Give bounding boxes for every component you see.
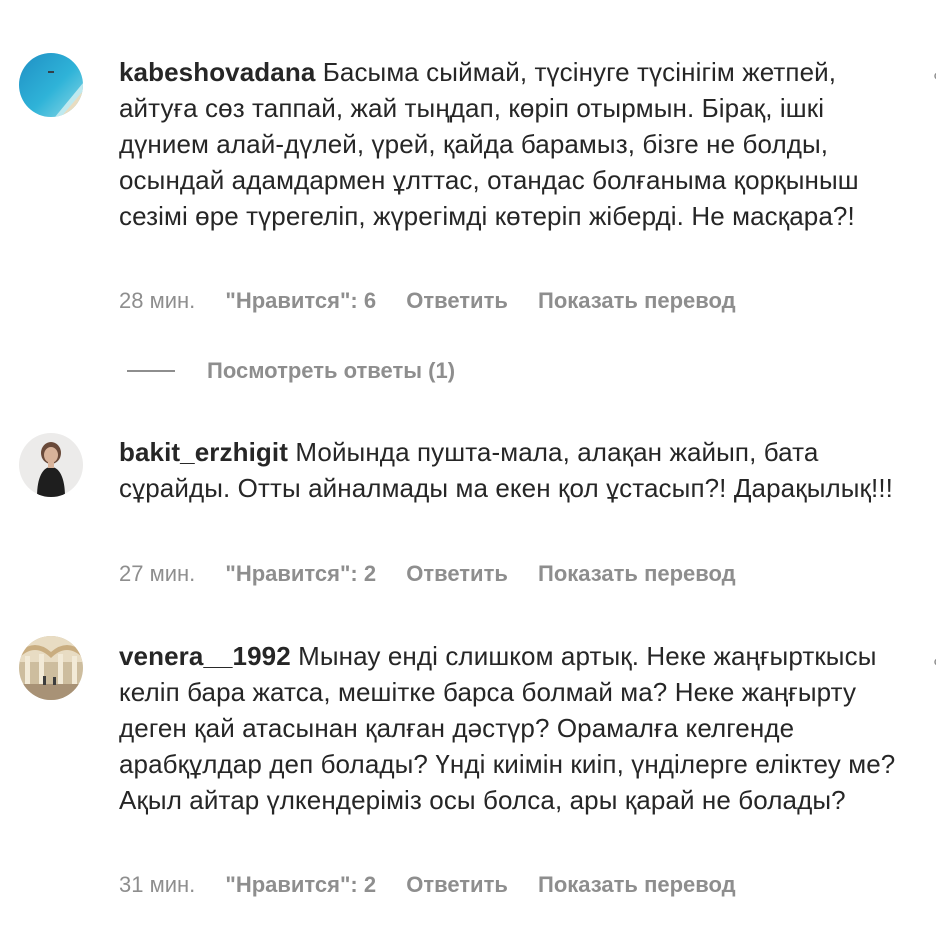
beach-photo-avatar-icon	[19, 53, 83, 117]
more-options-icon[interactable]	[930, 652, 936, 672]
view-replies-label: Посмотреть ответы (1)	[207, 358, 456, 383]
mosque-interior-avatar-icon	[19, 636, 83, 700]
comment-time[interactable]: 27 мин.	[119, 561, 195, 586]
likes-count[interactable]: "Нравится": 2	[225, 561, 376, 586]
comment-text: kabeshovadana Басыма сыймай, түсінуге тү…	[119, 54, 919, 234]
woman-portrait-avatar-icon	[19, 433, 83, 497]
comment-username[interactable]: kabeshovadana	[119, 57, 315, 87]
avatar[interactable]	[19, 636, 83, 700]
comment-time[interactable]: 28 мин.	[119, 288, 195, 313]
comment-time[interactable]: 31 мин.	[119, 872, 195, 897]
show-translation-button[interactable]: Показать перевод	[538, 872, 736, 897]
avatar[interactable]	[19, 53, 83, 117]
comment-username[interactable]: bakit_erzhigit	[119, 437, 288, 467]
comment-username[interactable]: venera__1992	[119, 641, 291, 671]
more-options-icon[interactable]	[930, 66, 936, 86]
avatar[interactable]	[19, 433, 83, 497]
reply-button[interactable]: Ответить	[406, 872, 508, 897]
likes-count[interactable]: "Нравится": 2	[225, 872, 376, 897]
comment-text: venera__1992 Мынау енді слишком артық. Н…	[119, 638, 919, 818]
likes-count[interactable]: "Нравится": 6	[225, 288, 376, 313]
reply-button[interactable]: Ответить	[406, 288, 508, 313]
reply-button[interactable]: Ответить	[406, 561, 508, 586]
show-translation-button[interactable]: Показать перевод	[538, 288, 736, 313]
comment-meta: 31 мин. "Нравится": 2 Ответить Показать …	[119, 870, 736, 900]
comment-text: bakit_erzhigit Мойында пушта-мала, алақа…	[119, 434, 919, 506]
comment-meta: 28 мин. "Нравится": 6 Ответить Показать …	[119, 286, 736, 316]
view-replies-button[interactable]: Посмотреть ответы (1)	[127, 356, 455, 386]
replies-divider-line	[127, 370, 175, 372]
comment-meta: 27 мин. "Нравится": 2 Ответить Показать …	[119, 559, 736, 589]
show-translation-button[interactable]: Показать перевод	[538, 561, 736, 586]
